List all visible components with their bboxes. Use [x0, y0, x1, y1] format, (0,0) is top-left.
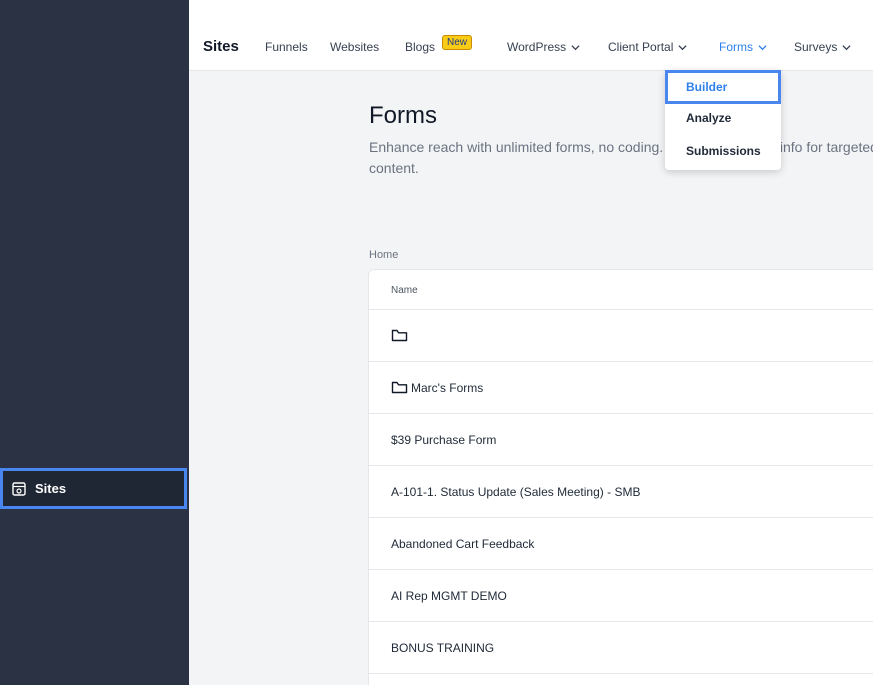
nav-label: Funnels: [265, 40, 308, 54]
nav-label: Blogs: [405, 40, 436, 54]
menu-item-builder[interactable]: Builder: [665, 70, 781, 104]
column-header-name[interactable]: Name: [369, 270, 873, 310]
folder-icon: [391, 381, 408, 394]
breadcrumb-home[interactable]: Home: [369, 249, 398, 261]
row-label: Marc's Forms: [411, 380, 484, 395]
nav-label: Forms: [719, 40, 753, 54]
chevron-down-icon: [758, 44, 767, 50]
nav-item-funnels[interactable]: Funnels: [265, 40, 308, 54]
nav-label: Client Portal: [608, 40, 674, 54]
row-label: A-101-1. Status Update (Sales Meeting) -…: [391, 484, 641, 499]
sidebar: Sites: [0, 0, 189, 685]
menu-item-label: Submissions: [686, 144, 761, 158]
forms-dropdown-menu: Builder Analyze Submissions: [665, 70, 781, 170]
row-label: AI Rep MGMT DEMO: [391, 588, 507, 603]
page-description: Enhance reach with unlimited forms, no c…: [369, 139, 873, 176]
menu-item-label: Builder: [686, 80, 728, 94]
sidebar-item-sites[interactable]: Sites: [0, 468, 187, 509]
chevron-down-icon: [678, 44, 687, 50]
nav-label: Websites: [330, 40, 380, 54]
nav-item-forms[interactable]: Forms: [719, 40, 767, 54]
nav-item-websites[interactable]: Websites: [330, 40, 379, 54]
row-label: $39 Purchase Form: [391, 432, 497, 447]
table-row[interactable]: Abandoned Cart Feedback: [369, 518, 873, 570]
nav-item-blogs[interactable]: Blogs: [405, 40, 435, 54]
menu-item-label: Analyze: [686, 111, 732, 125]
table-row[interactable]: [369, 310, 873, 362]
chevron-down-icon: [842, 44, 851, 50]
forms-table: Name Marc's Forms $39 Purchase Form A-10…: [368, 269, 873, 685]
folder-icon: [391, 329, 408, 342]
nav-label: WordPress: [507, 40, 567, 54]
nav-title: Sites: [203, 38, 239, 55]
sidebar-item-label: Sites: [35, 481, 67, 496]
chevron-down-icon: [571, 44, 580, 50]
sites-icon: [12, 481, 26, 496]
nav-item-wordpress[interactable]: WordPress: [507, 40, 580, 54]
table-row[interactable]: Marc's Forms: [369, 362, 873, 414]
row-label: Abandoned Cart Feedback: [391, 536, 535, 551]
new-badge: New: [442, 35, 473, 50]
row-label: BONUS TRAINING: [391, 640, 495, 655]
menu-item-analyze[interactable]: Analyze: [665, 111, 781, 125]
table-row[interactable]: A-101-1. Status Update (Sales Meeting) -…: [369, 466, 873, 518]
table-row[interactable]: BONUS TRAINING: [369, 622, 873, 674]
top-navigation: Sites Funnels Websites Blogs New WordPre…: [189, 0, 873, 71]
nav-label: Surveys: [794, 40, 838, 54]
table-row[interactable]: AI Rep MGMT DEMO: [369, 570, 873, 622]
page-title: Forms: [369, 102, 437, 129]
table-row[interactable]: $39 Purchase Form: [369, 414, 873, 466]
menu-item-submissions[interactable]: Submissions: [665, 144, 781, 158]
nav-item-surveys[interactable]: Surveys: [794, 40, 851, 54]
nav-item-client-portal[interactable]: Client Portal: [608, 40, 687, 54]
